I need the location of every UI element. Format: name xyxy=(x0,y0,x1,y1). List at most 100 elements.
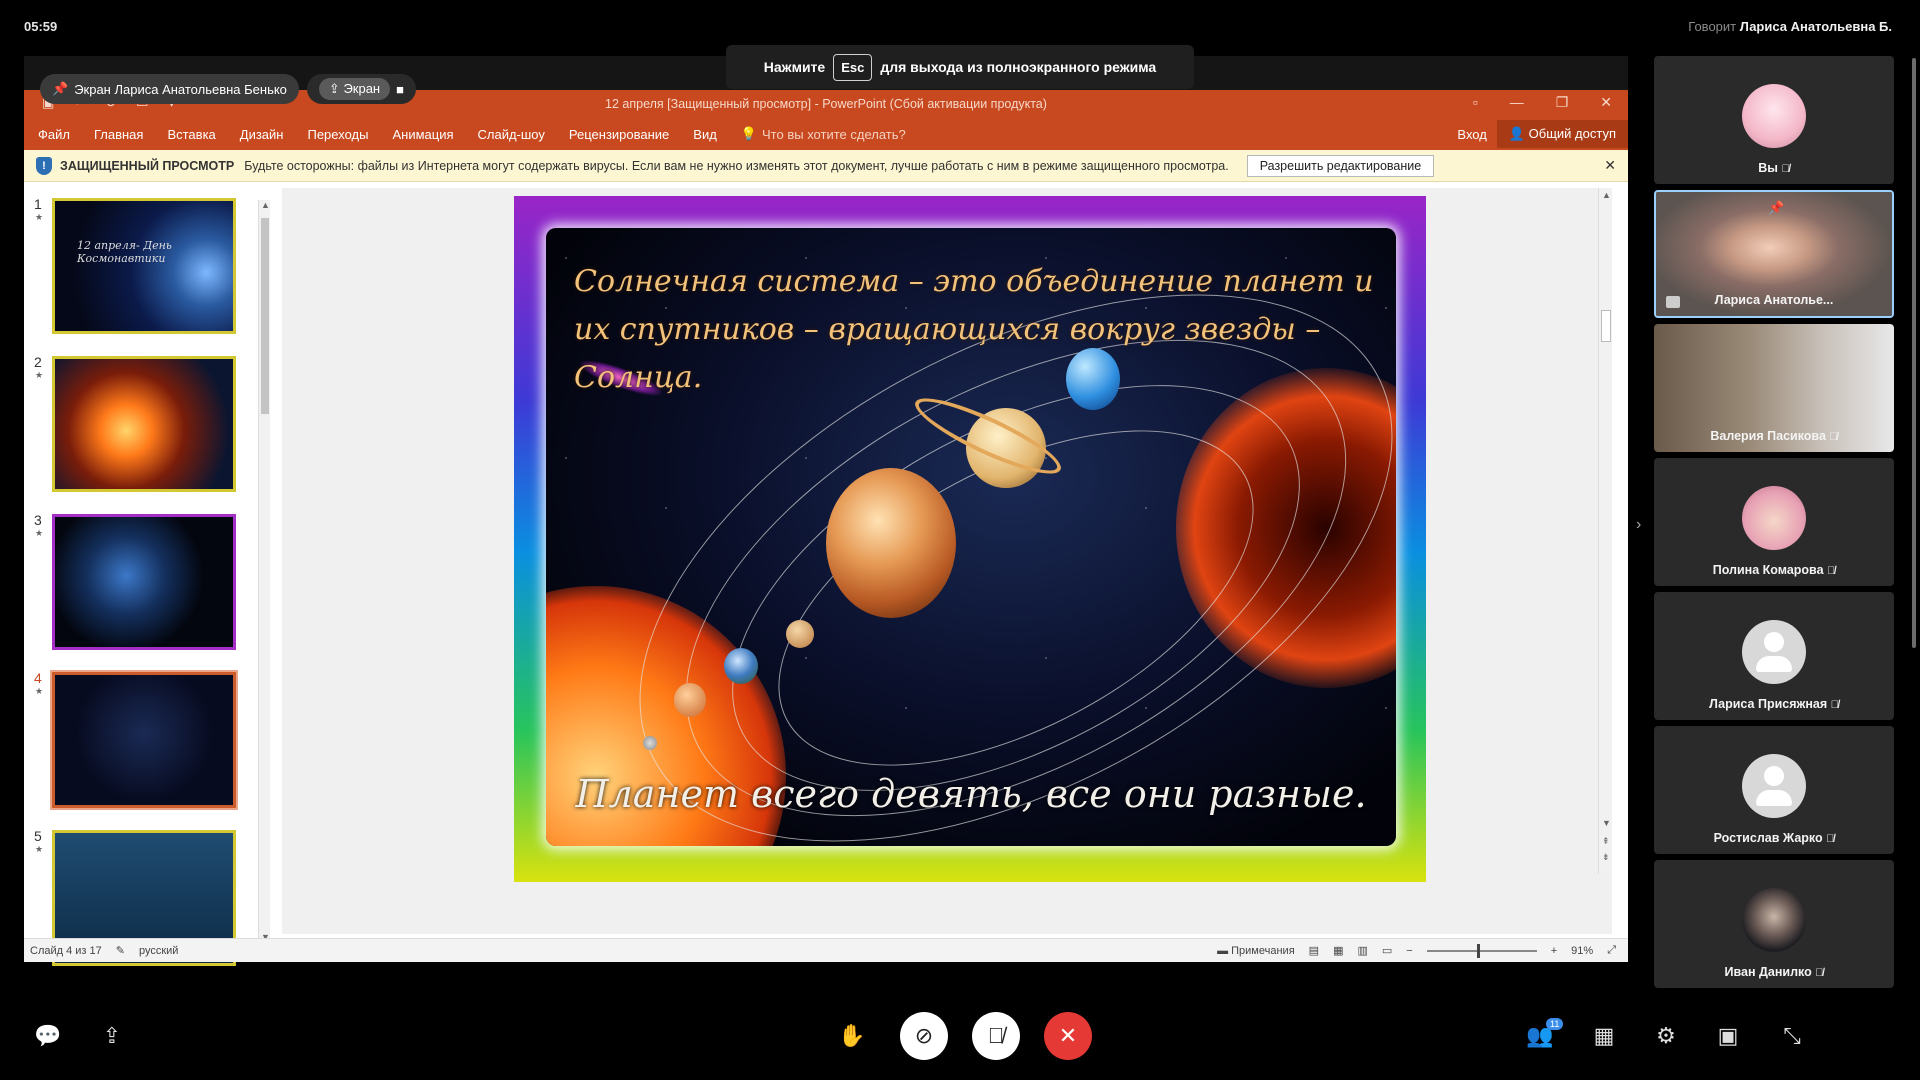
avatar xyxy=(1742,888,1806,952)
ribbon-display-icon[interactable]: ▫ xyxy=(1473,94,1478,111)
call-controls: 💬 ⇪ ✋ ⊘ 🎙̸ ✕ 👥 11 ▦ ⚙ ▣ ⤡ xyxy=(0,1000,1920,1072)
participants-scrollbar[interactable] xyxy=(1912,58,1916,648)
close-window-icon[interactable]: ✕ xyxy=(1600,94,1612,111)
participant-tile[interactable]: 📌 Лариса Анатолье... xyxy=(1654,190,1894,318)
speaker-name: Лариса Анатольевна Б. xyxy=(1739,19,1892,34)
tab-insert[interactable]: Вставка xyxy=(167,127,215,142)
tab-animation[interactable]: Анимация xyxy=(392,127,453,142)
tab-transitions[interactable]: Переходы xyxy=(307,127,368,142)
scroll-up-icon[interactable]: ▲ xyxy=(261,200,270,210)
screen-label: Экран xyxy=(343,81,381,96)
zoom-level[interactable]: 91% xyxy=(1571,945,1593,957)
camera-off-button[interactable]: ⊘ xyxy=(900,1012,948,1060)
collapse-panel-icon[interactable]: › xyxy=(1636,516,1641,534)
enable-editing-button[interactable]: Разрешить редактирование xyxy=(1246,154,1435,177)
animation-star-icon: ★ xyxy=(35,370,44,380)
participant-name: Полина Комарова 🎙̸ xyxy=(1712,563,1836,577)
tab-view[interactable]: Вид xyxy=(693,127,717,142)
venus-planet xyxy=(786,620,814,648)
speaker-label: Говорит xyxy=(1688,19,1737,34)
chat-icon[interactable]: 💬 xyxy=(28,1016,68,1056)
zoom-in-icon[interactable]: + xyxy=(1551,945,1557,957)
ribbon-right: Вход 👤 Общий доступ xyxy=(1457,120,1628,148)
screen-pill[interactable]: ⇪ Экран ■ xyxy=(306,74,416,104)
thumbnails-scrollbar[interactable]: ▲ ▼ xyxy=(258,200,270,942)
minimize-icon[interactable]: — xyxy=(1510,94,1524,111)
slideshow-view-icon[interactable]: ▭ xyxy=(1382,944,1392,957)
restore-icon[interactable]: ❐ xyxy=(1556,94,1569,111)
notes-icon: ▬ xyxy=(1217,944,1229,957)
previous-slide-icon[interactable]: ⇞ xyxy=(1602,836,1610,847)
share-button[interactable]: 👤 Общий доступ xyxy=(1496,120,1628,148)
current-slide[interactable]: Солнечная система – это объединение план… xyxy=(514,196,1426,882)
default-avatar-icon xyxy=(1742,754,1806,818)
thumbnail-slide-4[interactable]: 4 ★ xyxy=(34,670,264,810)
presenter-pill[interactable]: 📌 Экран Лариса Анатольевна Бенько xyxy=(40,74,299,104)
participant-tile[interactable]: Валерия Пасикова 🎙̸ xyxy=(1654,324,1894,452)
reading-view-icon[interactable]: ▥ xyxy=(1357,944,1367,957)
participants-count-badge: 11 xyxy=(1546,1018,1564,1030)
raise-hand-icon[interactable]: ✋ xyxy=(832,1016,872,1056)
presenter-label: Экран Лариса Анатольевна Бенько xyxy=(74,81,287,97)
esc-key-hint: Esc xyxy=(833,53,873,81)
participant-tile[interactable]: Ростислав Жарко 🎙̸ xyxy=(1654,726,1894,854)
thumbnail-slide-2[interactable]: 2 ★ xyxy=(34,354,264,494)
default-avatar-icon xyxy=(1742,620,1806,684)
animation-star-icon: ★ xyxy=(35,686,44,696)
participant-tile[interactable]: Полина Комарова 🎙̸ xyxy=(1654,458,1894,586)
tab-review[interactable]: Рецензирование xyxy=(569,127,669,142)
scroll-up-icon[interactable]: ▲ xyxy=(1602,190,1611,200)
layout-icon[interactable]: ▣ xyxy=(1708,1016,1748,1056)
participant-name: Валерия Пасикова 🎙̸ xyxy=(1710,429,1838,443)
scroll-down-icon[interactable]: ▼ xyxy=(1602,818,1611,828)
participant-tile[interactable]: Лариса Присяжная 🎙̸ xyxy=(1654,592,1894,720)
slide-scrollbar[interactable]: ▲ ▼ ⇞ ⇟ xyxy=(1598,188,1612,874)
protected-view-label: ЗАЩИЩЕННЫЙ ПРОСМОТР xyxy=(60,158,235,173)
thumbnail-slide-1[interactable]: 1 ★ 12 апреля- День Космонавтики xyxy=(34,196,264,336)
thumbnail-number: 2 xyxy=(34,354,42,370)
end-call-button[interactable]: ✕ xyxy=(1044,1012,1092,1060)
mic-off-icon: 🎙̸ xyxy=(1781,163,1790,175)
participant-tile[interactable]: Вы 🎙̸ xyxy=(1654,56,1894,184)
normal-view-icon[interactable]: ▤ xyxy=(1309,944,1319,957)
zoom-slider[interactable] xyxy=(1426,943,1537,958)
slide-heading[interactable]: Солнечная система – это объединение план… xyxy=(574,258,1374,402)
next-slide-icon[interactable]: ⇟ xyxy=(1602,852,1610,863)
mercury-planet xyxy=(643,736,657,750)
tab-design[interactable]: Дизайн xyxy=(240,127,284,142)
thumbnail-number: 1 xyxy=(34,196,42,212)
slide-sorter-icon[interactable]: ▦ xyxy=(1333,944,1343,957)
shield-icon: ! xyxy=(36,156,52,175)
gear-icon[interactable]: ⚙ xyxy=(1646,1016,1686,1056)
tab-file[interactable]: Файл xyxy=(38,127,70,142)
mic-off-icon: 🎙̸ xyxy=(1827,565,1836,577)
zoom-out-icon[interactable]: − xyxy=(1406,945,1412,957)
tab-slideshow[interactable]: Слайд-шоу xyxy=(478,127,545,142)
slide-footer-text[interactable]: Планет всего девять, все они разные. xyxy=(546,772,1396,816)
notes-button[interactable]: ▬ Примечания xyxy=(1217,945,1295,957)
thumbnail-title: 12 апреля- День Космонавтики xyxy=(77,239,172,265)
camera-icon[interactable]: ■ xyxy=(396,82,404,97)
grid-view-icon[interactable]: ▦ xyxy=(1584,1016,1624,1056)
spellcheck-icon[interactable]: ✎ xyxy=(116,944,125,957)
tab-home[interactable]: Главная xyxy=(94,127,143,142)
signin-link[interactable]: Вход xyxy=(1457,127,1486,142)
scroll-thumb[interactable] xyxy=(1601,310,1611,342)
mic-off-button[interactable]: 🎙̸ xyxy=(972,1012,1020,1060)
screen-share-icon: ⇪ xyxy=(328,81,340,96)
fit-to-window-icon[interactable]: ⤢ xyxy=(1607,944,1616,957)
thumbnail-number: 5 xyxy=(34,828,42,844)
pin-icon[interactable]: 📌 xyxy=(1768,200,1784,216)
powerpoint-window: ▣ ↶ ↻ ▭ ▾ 12 апреля [Защищенный просмотр… xyxy=(24,90,1628,966)
share-screen-icon[interactable]: ⇪ xyxy=(92,1016,132,1056)
scroll-thumb[interactable] xyxy=(261,218,269,414)
screen-toggle[interactable]: ⇪ Экран xyxy=(318,78,391,100)
exit-fullscreen-icon[interactable]: ⤡ xyxy=(1772,1016,1812,1056)
close-bar-icon[interactable]: ✕ xyxy=(1604,157,1616,174)
tell-me-search[interactable]: 💡 Что вы хотите сделать? xyxy=(741,126,906,142)
participant-tile[interactable]: Иван Данилко 🎙̸ xyxy=(1654,860,1894,988)
thumbnail-slide-3[interactable]: 3 ★ xyxy=(34,512,264,652)
mic-off-icon: 🎙̸ xyxy=(1826,833,1835,845)
protected-view-message: Будьте осторожны: файлы из Интернета мог… xyxy=(244,158,1229,173)
language-indicator[interactable]: русский xyxy=(139,945,178,957)
